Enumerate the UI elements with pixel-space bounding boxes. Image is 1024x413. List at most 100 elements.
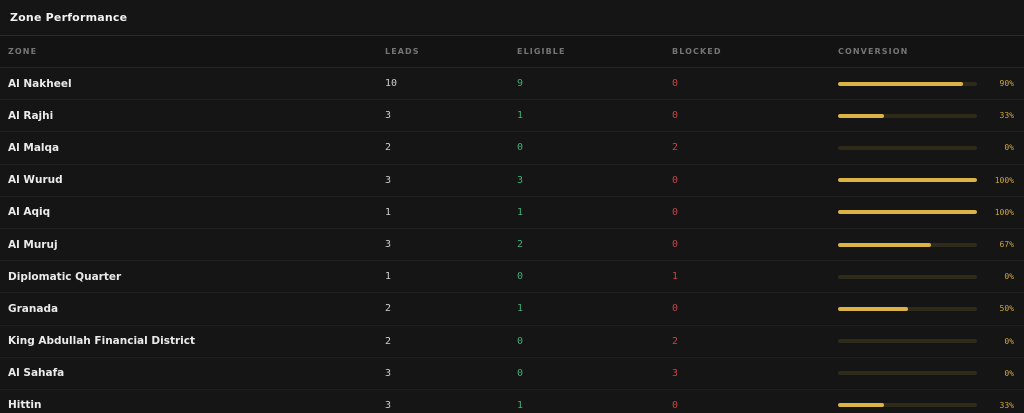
eligible-cell: 0 bbox=[517, 271, 524, 283]
conversion-bar-track bbox=[838, 81, 977, 86]
zone-cell: Al Muruj bbox=[8, 238, 58, 251]
zone-cell: Al Wurud bbox=[8, 174, 63, 187]
table-row: Al Nakheel 10 9 0 90% bbox=[0, 68, 1024, 101]
zone-cell: Al Aqiq bbox=[8, 206, 51, 219]
table-body: Al Nakheel 10 9 0 90% Al Rajhi 3 1 0 33%… bbox=[0, 68, 1024, 413]
blocked-cell: 2 bbox=[672, 335, 679, 347]
eligible-cell: 1 bbox=[517, 399, 524, 411]
conversion-bar-fill bbox=[838, 306, 908, 311]
conversion-label: 100% bbox=[994, 175, 1014, 185]
table-row: Diplomatic Quarter 1 0 1 0% bbox=[0, 261, 1024, 294]
leads-cell: 3 bbox=[385, 110, 392, 122]
eligible-cell: 0 bbox=[517, 142, 524, 154]
conversion-cell: 0% bbox=[838, 143, 1024, 152]
leads-cell: 2 bbox=[385, 303, 392, 315]
conversion-bar-track bbox=[838, 306, 977, 311]
conversion-bar-track bbox=[838, 339, 977, 344]
eligible-cell: 1 bbox=[517, 303, 524, 315]
leads-cell: 2 bbox=[385, 335, 392, 347]
eligible-cell: 3 bbox=[517, 174, 524, 186]
conversion-bar-track bbox=[838, 178, 977, 183]
leads-cell: 1 bbox=[385, 271, 392, 283]
zone-cell: Al Nakheel bbox=[8, 77, 72, 90]
table-header-row: ZONE LEADS ELIGIBLE BLOCKED CONVERSION bbox=[0, 36, 1024, 68]
conversion-cell: 33% bbox=[838, 111, 1024, 120]
leads-cell: 1 bbox=[385, 206, 392, 218]
conversion-bar-fill bbox=[838, 210, 977, 215]
blocked-cell: 1 bbox=[672, 271, 679, 283]
conversion-cell: 100% bbox=[838, 176, 1024, 185]
zone-cell: Al Sahafa bbox=[8, 367, 65, 380]
table-row: Al Sahafa 3 0 3 0% bbox=[0, 358, 1024, 390]
table-row: Al Malqa 2 0 2 0% bbox=[0, 132, 1024, 165]
conversion-label: 0% bbox=[1004, 336, 1014, 346]
conversion-cell: 50% bbox=[838, 304, 1024, 313]
column-header-blocked: BLOCKED bbox=[672, 47, 722, 56]
conversion-cell: 67% bbox=[838, 240, 1024, 249]
blocked-cell: 0 bbox=[672, 399, 679, 411]
conversion-label: 33% bbox=[999, 111, 1014, 121]
card-header: Zone Performance bbox=[0, 0, 1024, 36]
eligible-cell: 9 bbox=[517, 78, 524, 90]
conversion-bar-fill bbox=[838, 81, 964, 86]
eligible-cell: 2 bbox=[517, 239, 524, 251]
blocked-cell: 2 bbox=[672, 142, 679, 154]
eligible-cell: 0 bbox=[517, 335, 524, 347]
conversion-bar-track bbox=[838, 242, 977, 247]
leads-cell: 10 bbox=[385, 78, 398, 90]
blocked-cell: 0 bbox=[672, 174, 679, 186]
conversion-cell: 0% bbox=[838, 272, 1024, 281]
table-row: Al Aqiq 1 1 0 100% bbox=[0, 197, 1024, 229]
conversion-label: 67% bbox=[999, 240, 1014, 250]
leads-cell: 3 bbox=[385, 239, 392, 251]
conversion-label: 100% bbox=[994, 207, 1014, 217]
table-row: Hittin 3 1 0 33% bbox=[0, 390, 1024, 413]
zone-cell: Al Rajhi bbox=[8, 109, 54, 122]
conversion-bar-track bbox=[838, 145, 977, 150]
conversion-label: 33% bbox=[999, 400, 1014, 410]
conversion-bar-track bbox=[838, 274, 977, 279]
zone-cell: Hittin bbox=[8, 399, 42, 412]
eligible-cell: 1 bbox=[517, 206, 524, 218]
eligible-cell: 1 bbox=[517, 110, 524, 122]
column-header-leads: LEADS bbox=[385, 47, 420, 56]
conversion-label: 90% bbox=[999, 79, 1014, 89]
conversion-bar-track bbox=[838, 210, 977, 215]
leads-cell: 3 bbox=[385, 367, 392, 379]
blocked-cell: 3 bbox=[672, 367, 679, 379]
conversion-cell: 33% bbox=[838, 401, 1024, 410]
table-row: King Abdullah Financial District 2 0 2 0… bbox=[0, 326, 1024, 358]
conversion-bar-fill bbox=[838, 242, 932, 247]
conversion-label: 0% bbox=[1004, 272, 1014, 282]
table-row: Al Muruj 3 2 0 67% bbox=[0, 229, 1024, 262]
conversion-bar-track bbox=[838, 113, 977, 118]
leads-cell: 3 bbox=[385, 399, 392, 411]
column-header-eligible: ELIGIBLE bbox=[517, 47, 566, 56]
zone-cell: Al Malqa bbox=[8, 141, 60, 154]
blocked-cell: 0 bbox=[672, 78, 679, 90]
conversion-cell: 0% bbox=[838, 337, 1024, 346]
zone-cell: King Abdullah Financial District bbox=[8, 335, 196, 348]
conversion-cell: 90% bbox=[838, 79, 1024, 88]
zone-cell: Diplomatic Quarter bbox=[8, 270, 122, 283]
card-title: Zone Performance bbox=[10, 11, 128, 24]
leads-cell: 2 bbox=[385, 142, 392, 154]
blocked-cell: 0 bbox=[672, 303, 679, 315]
column-header-conversion: CONVERSION bbox=[838, 47, 909, 56]
column-header-zone: ZONE bbox=[8, 47, 38, 56]
conversion-cell: 100% bbox=[838, 208, 1024, 217]
conversion-label: 50% bbox=[999, 304, 1014, 314]
leads-cell: 3 bbox=[385, 174, 392, 186]
blocked-cell: 0 bbox=[672, 110, 679, 122]
conversion-bar-fill bbox=[838, 113, 884, 118]
table-row: Al Wurud 3 3 0 100% bbox=[0, 165, 1024, 197]
conversion-bar-track bbox=[838, 371, 977, 376]
conversion-bar-track bbox=[838, 403, 977, 408]
zone-cell: Granada bbox=[8, 302, 59, 315]
eligible-cell: 0 bbox=[517, 367, 524, 379]
conversion-label: 0% bbox=[1004, 368, 1014, 378]
table-row: Al Rajhi 3 1 0 33% bbox=[0, 100, 1024, 133]
table-row: Granada 2 1 0 50% bbox=[0, 293, 1024, 326]
blocked-cell: 0 bbox=[672, 239, 679, 251]
blocked-cell: 0 bbox=[672, 206, 679, 218]
